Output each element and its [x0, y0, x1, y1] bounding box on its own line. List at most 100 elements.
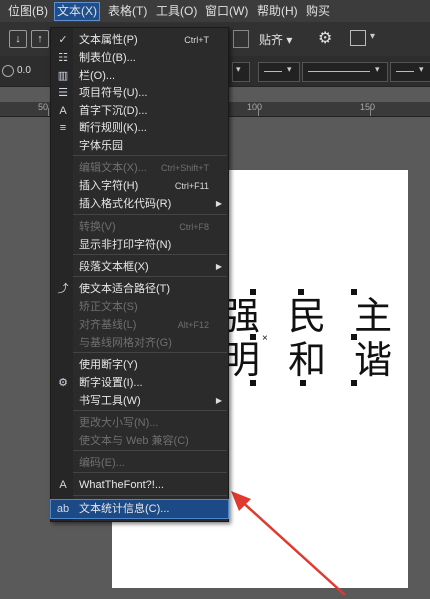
menu-separator — [73, 254, 227, 255]
menu-item[interactable]: ≡ 断行规则(K)... — [51, 119, 228, 137]
menu-tools[interactable]: 工具(O) — [154, 3, 199, 20]
menu-item-shortcut: Ctrl+Shift+T — [160, 163, 209, 173]
launch-icon[interactable] — [350, 30, 366, 46]
text-menu: ✓ 文本属性(P) Ctrl+T ☷ 制表位(B)... ▥ 栏(O)... ☰ 项目符号(U)… — [50, 27, 229, 522]
selection-handle[interactable] — [298, 289, 304, 295]
selection-handle[interactable] — [351, 334, 357, 340]
menu-item-label: 转换(V) — [79, 221, 116, 233]
menu-item-label: 与基线网格对齐(G) — [79, 337, 172, 349]
selection-handle[interactable] — [300, 380, 306, 386]
menu-item-label: 使文本与 Web 兼容(C) — [79, 435, 189, 447]
submenu-arrow-icon: ▶ — [215, 262, 222, 271]
menu-item[interactable]: 段落文本框(X) ▶ — [51, 258, 228, 276]
center-mark-icon: × — [262, 333, 268, 344]
menu-item-label: 编辑文本(X)... — [79, 162, 147, 174]
menu-item[interactable]: ✓ 文本属性(P) Ctrl+T — [51, 31, 228, 49]
line-start-dropdown[interactable]: ▾ — [258, 62, 300, 82]
menu-item[interactable]: 书写工具(W) ▶ — [51, 392, 228, 410]
gear-icon[interactable]: ⚙ — [318, 28, 332, 48]
menu-item: 编码(E)... — [51, 454, 228, 472]
menu-item: 对齐基线(L) Alt+F12 — [51, 316, 228, 334]
selection-handle[interactable] — [351, 380, 357, 386]
export-icon[interactable]: ↑ — [31, 30, 49, 48]
drop-cap-icon: A — [59, 105, 67, 117]
menu-bar: 位图(B) 文本(X) 表格(T) 工具(O) 窗口(W) 帮助(H) 购买 — [0, 0, 430, 22]
menu-item-label: 使文本适合路径(T) — [79, 283, 171, 295]
menu-item-label: 制表位(B)... — [79, 52, 136, 64]
menu-item-shortcut: Ctrl+F11 — [174, 181, 209, 191]
import-icon[interactable]: ↓ — [9, 30, 27, 48]
style-dropdown[interactable]: ▾ — [232, 62, 250, 82]
menu-buy[interactable]: 购买 — [304, 3, 332, 20]
menu-bitmaps[interactable]: 位图(B) — [6, 3, 50, 20]
page-layout-icon[interactable] — [233, 30, 249, 48]
tab-stops-icon: ☷ — [58, 52, 68, 64]
line-end-dropdown[interactable]: ▾ — [390, 62, 430, 82]
columns-icon: ▥ — [57, 70, 69, 82]
menu-separator — [73, 410, 227, 411]
canvas-text-line-1[interactable]: 强 民 主 — [222, 296, 400, 336]
menu-item[interactable]: ⚙ 断字设置(I)... — [51, 374, 228, 392]
menu-separator — [73, 214, 227, 215]
menu-item[interactable]: 使用断字(Y) — [51, 356, 228, 374]
menu-item[interactable]: 插入格式化代码(R) ▶ — [51, 195, 228, 213]
selection-handle[interactable] — [351, 289, 357, 295]
submenu-arrow-icon: ▶ — [215, 199, 222, 208]
snap-dropdown[interactable]: 贴齐 ▾ — [259, 31, 292, 48]
menu-item[interactable]: ☷ 制表位(B)... — [51, 49, 228, 67]
selection-handle[interactable] — [250, 334, 256, 340]
menu-item[interactable]: ⤴ 使文本适合路径(T) — [51, 280, 228, 298]
menu-table[interactable]: 表格(T) — [106, 3, 149, 20]
menu-item-label: 文本属性(P) — [79, 34, 138, 46]
menu-separator — [73, 495, 227, 496]
menu-item-label: 书写工具(W) — [79, 395, 141, 407]
selection-handle[interactable] — [250, 380, 256, 386]
chevron-down-icon[interactable]: ▾ — [370, 31, 375, 42]
menu-item[interactable]: A WhatTheFont?!... — [51, 476, 228, 494]
whatthefont-icon: A — [59, 479, 67, 491]
menu-item-shortcut: Ctrl+F8 — [179, 222, 209, 232]
menu-help[interactable]: 帮助(H) — [255, 3, 300, 20]
menu-item-label: 文本统计信息(C)... — [79, 503, 170, 515]
menu-separator — [73, 352, 227, 353]
rotation-icon — [2, 65, 14, 77]
menu-item[interactable]: 显示非打印字符(N) — [51, 236, 228, 254]
annotation-arrow-icon — [231, 491, 346, 596]
menu-item-label: 首字下沉(D)... — [79, 105, 148, 117]
menu-item: 使文本与 Web 兼容(C) — [51, 432, 228, 450]
snap-label: 贴齐 — [259, 33, 284, 47]
check-icon: ✓ — [58, 34, 68, 46]
canvas-text-line-2[interactable]: 明 和 谐 — [222, 340, 400, 380]
menu-separator — [73, 276, 227, 277]
menu-item-label: 断行规则(K)... — [79, 122, 147, 134]
menu-item-label: 段落文本框(X) — [79, 261, 149, 273]
line-style-dropdown[interactable]: ▾ — [302, 62, 388, 82]
menu-item-label: 编码(E)... — [79, 457, 125, 469]
menu-item: 更改大小写(N)... — [51, 414, 228, 432]
bullets-icon: ☰ — [58, 87, 68, 99]
menu-item-label: 项目符号(U)... — [79, 87, 148, 99]
menu-item[interactable]: 字体乐园 — [51, 137, 228, 155]
menu-item: 转换(V) Ctrl+F8 — [51, 218, 228, 236]
menu-item-shortcut: Alt+F12 — [177, 320, 209, 330]
menu-item-label: 矫正文本(S) — [79, 301, 138, 313]
menu-item-label: 对齐基线(L) — [79, 319, 137, 331]
menu-item[interactable]: ab 文本统计信息(C)... — [50, 499, 229, 519]
menu-item-label: 显示非打印字符(N) — [79, 239, 172, 251]
menu-item: 编辑文本(X)... Ctrl+Shift+T — [51, 159, 228, 177]
menu-window[interactable]: 窗口(W) — [203, 3, 250, 20]
menu-item[interactable]: A 首字下沉(D)... — [51, 102, 228, 120]
menu-separator — [73, 155, 227, 156]
menu-item[interactable]: ☰ 项目符号(U)... — [51, 84, 228, 102]
ruler-label: 100 — [247, 102, 263, 112]
menu-item-label: WhatTheFont?!... — [79, 479, 164, 491]
ruler-label: 50 — [38, 102, 49, 112]
rotation-value[interactable]: 0.0 — [17, 65, 31, 76]
menu-text[interactable]: 文本(X) — [54, 2, 100, 21]
menu-item-label: 插入字符(H) — [79, 180, 139, 192]
menu-item[interactable]: 插入字符(H) Ctrl+F11 — [51, 177, 228, 195]
menu-item: 与基线网格对齐(G) — [51, 334, 228, 352]
menu-item[interactable]: ▥ 栏(O)... — [51, 67, 228, 85]
menu-item-label: 插入格式化代码(R) — [79, 198, 172, 210]
selection-handle[interactable] — [250, 289, 256, 295]
